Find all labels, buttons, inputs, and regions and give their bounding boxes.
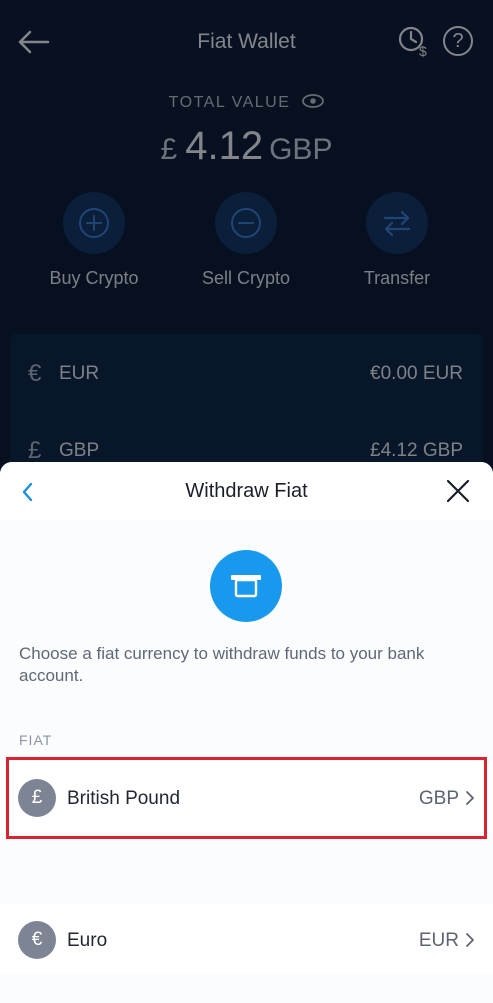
- sheet-description: Choose a fiat currency to withdraw funds…: [19, 644, 425, 685]
- selection-highlight-box: [6, 757, 487, 839]
- currency-code: EUR: [418, 930, 459, 951]
- currency-row-euro[interactable]: € Euro EUR: [0, 904, 493, 974]
- section-label-fiat: FIAT: [19, 732, 53, 748]
- sheet-header: Withdraw Fiat: [0, 462, 493, 520]
- sheet-title: Withdraw Fiat: [185, 480, 308, 502]
- withdraw-fiat-sheet: Withdraw Fiat Choose a fiat currency to …: [0, 462, 493, 1003]
- euro-icon: €: [18, 921, 56, 959]
- atm-card-icon: [210, 550, 282, 622]
- close-icon[interactable]: [445, 478, 471, 504]
- currency-name: Euro: [67, 930, 108, 951]
- chevron-right-icon: [466, 933, 474, 947]
